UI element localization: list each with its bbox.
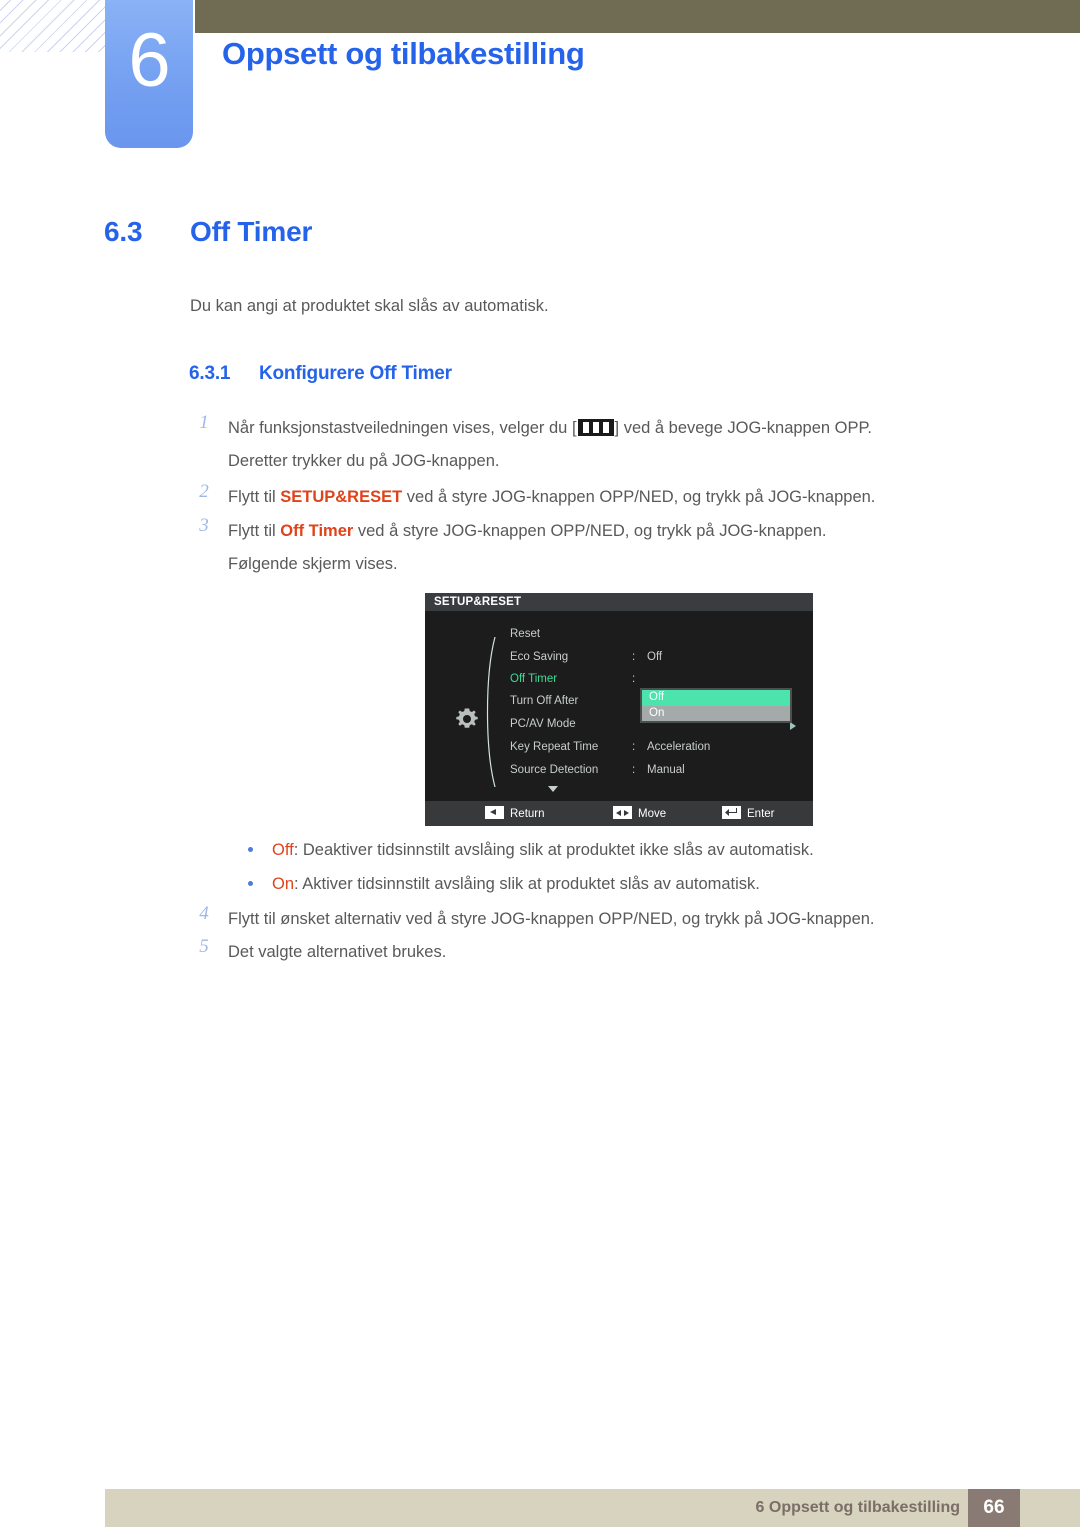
section-heading: 6.3 Off Timer	[104, 216, 312, 248]
osd-item-key-repeat-time[interactable]: Key Repeat Time	[510, 741, 598, 753]
step-body: Det valgte alternativet brukes.	[228, 943, 447, 961]
step-body: Flytt til Off Timer ved å styre JOG-knap…	[228, 515, 980, 581]
off-timer-dropdown[interactable]: Off On	[640, 688, 792, 723]
osd-item-source-detection[interactable]: Source Detection	[510, 764, 598, 776]
osd-colon: :	[632, 741, 636, 753]
step-number: 5	[199, 936, 209, 957]
step-body: Flytt til ønsket alternativ ved å styre …	[228, 910, 875, 928]
osd-footer-enter-label: Enter	[747, 808, 775, 820]
chevron-down-icon[interactable]	[548, 786, 558, 792]
osd-value-eco-saving: Off	[647, 651, 663, 663]
chevron-right-icon	[790, 722, 796, 730]
header-olive-bar	[195, 0, 1080, 33]
bullet-emphasis: On	[272, 875, 295, 893]
subsection-heading: 6.3.1 Konfigurere Off Timer	[189, 363, 452, 385]
step-emphasis: SETUP&RESET	[280, 488, 403, 506]
subsection-title: Konfigurere Off Timer	[259, 363, 452, 384]
list-item: On: Aktiver tidsinnstilt avslåing slik a…	[248, 868, 988, 901]
step-text-pre: Flytt til	[228, 488, 281, 506]
step-number: 2	[199, 481, 209, 502]
osd-footer-bar: Return Move Enter	[425, 801, 813, 826]
left-arrow-button-icon	[485, 806, 504, 819]
osd-value-key-repeat-time: Acceleration	[647, 741, 711, 753]
step-item: 3 Flytt til Off Timer ved å styre JOG-kn…	[190, 515, 980, 581]
osd-colon: :	[632, 673, 636, 685]
section-title: Off Timer	[190, 216, 313, 247]
step-body: Flytt til SETUP&RESET ved å styre JOG-kn…	[228, 481, 980, 514]
osd-item-pc-av-mode[interactable]: PC/AV Mode	[510, 718, 576, 730]
step-text-pre: Når funksjonstastveiledningen vises, vel…	[228, 419, 577, 437]
bullet-body: Off: Deaktiver tidsinnstilt avslåing sli…	[272, 841, 814, 859]
list-item: Off: Deaktiver tidsinnstilt avslåing sli…	[248, 834, 988, 867]
osd-curve-decoration	[481, 636, 501, 788]
bullet-emphasis: Off	[272, 841, 294, 859]
osd-item-turn-off-after[interactable]: Turn Off After	[510, 695, 578, 707]
osd-item-eco-saving[interactable]: Eco Saving	[510, 651, 568, 663]
enter-button-icon	[722, 806, 741, 819]
bullet-text: : Deaktiver tidsinnstilt avslåing slik a…	[293, 841, 814, 859]
osd-body: Reset Eco Saving : Off Off Timer : Turn …	[425, 611, 813, 801]
footer-chapter-label: 6 Oppsett og tilbakestilling	[755, 1499, 960, 1516]
step-item: 1 Når funksjonstastveiledningen vises, v…	[190, 412, 980, 478]
bullet-dot-icon	[248, 881, 253, 886]
chapter-title: Oppsett og tilbakestilling	[222, 36, 585, 71]
step-body: Når funksjonstastveiledningen vises, vel…	[228, 412, 980, 478]
step-text-line2: Deretter trykker du på JOG-knappen.	[228, 452, 500, 470]
section-number: 6.3	[104, 216, 143, 247]
menu-bars-icon	[577, 419, 614, 436]
step-emphasis: Off Timer	[280, 522, 354, 540]
step-item: 5 Det valgte alternativet brukes.	[190, 936, 980, 969]
osd-colon: :	[632, 651, 636, 663]
step-number: 1	[199, 412, 209, 433]
page-header: 6 Oppsett og tilbakestilling	[0, 0, 1080, 160]
osd-footer-move-label: Move	[638, 808, 667, 820]
bullet-dot-icon	[248, 847, 253, 852]
step-text-post: ] ved å bevege JOG-knappen OPP.	[614, 419, 872, 437]
page-number: 66	[968, 1489, 1020, 1527]
osd-value-source-detection: Manual	[647, 764, 685, 776]
osd-footer-move[interactable]: Move	[613, 806, 666, 820]
osd-item-off-timer[interactable]: Off Timer	[510, 673, 557, 685]
chapter-number-badge: 6	[105, 0, 193, 148]
osd-footer-return[interactable]: Return	[485, 806, 545, 820]
osd-menu-screenshot: SETUP&RESET Reset Eco Saving : Off Off T…	[425, 593, 813, 826]
osd-footer-enter[interactable]: Enter	[722, 806, 775, 820]
step-text-line2: Følgende skjerm vises.	[228, 555, 398, 573]
step-number: 3	[199, 515, 209, 536]
osd-colon: :	[632, 764, 636, 776]
osd-footer-return-label: Return	[510, 808, 545, 820]
step-item: 4 Flytt til ønsket alternativ ved å styr…	[190, 903, 980, 936]
section-intro-text: Du kan angi at produktet skal slås av au…	[190, 297, 549, 315]
osd-title-bar: SETUP&RESET	[425, 593, 813, 611]
page-footer: 6 Oppsett og tilbakestilling 66	[0, 1489, 1080, 1527]
step-text-pre: Flytt til	[228, 522, 281, 540]
dropdown-option-off[interactable]: Off	[642, 690, 790, 706]
dropdown-option-on[interactable]: On	[642, 705, 790, 721]
step-number: 4	[199, 903, 209, 924]
step-item: 2 Flytt til SETUP&RESET ved å styre JOG-…	[190, 481, 980, 514]
step-text-post: ved å styre JOG-knappen OPP/NED, og tryk…	[353, 522, 827, 540]
osd-item-reset[interactable]: Reset	[510, 628, 540, 640]
step-text-post: ved å styre JOG-knappen OPP/NED, og tryk…	[402, 488, 876, 506]
gear-icon	[454, 706, 480, 732]
subsection-number: 6.3.1	[189, 363, 231, 384]
left-right-arrow-button-icon	[613, 806, 632, 819]
bullet-text: : Aktiver tidsinnstilt avslåing slik at …	[294, 875, 760, 893]
bullet-body: On: Aktiver tidsinnstilt avslåing slik a…	[272, 875, 760, 893]
